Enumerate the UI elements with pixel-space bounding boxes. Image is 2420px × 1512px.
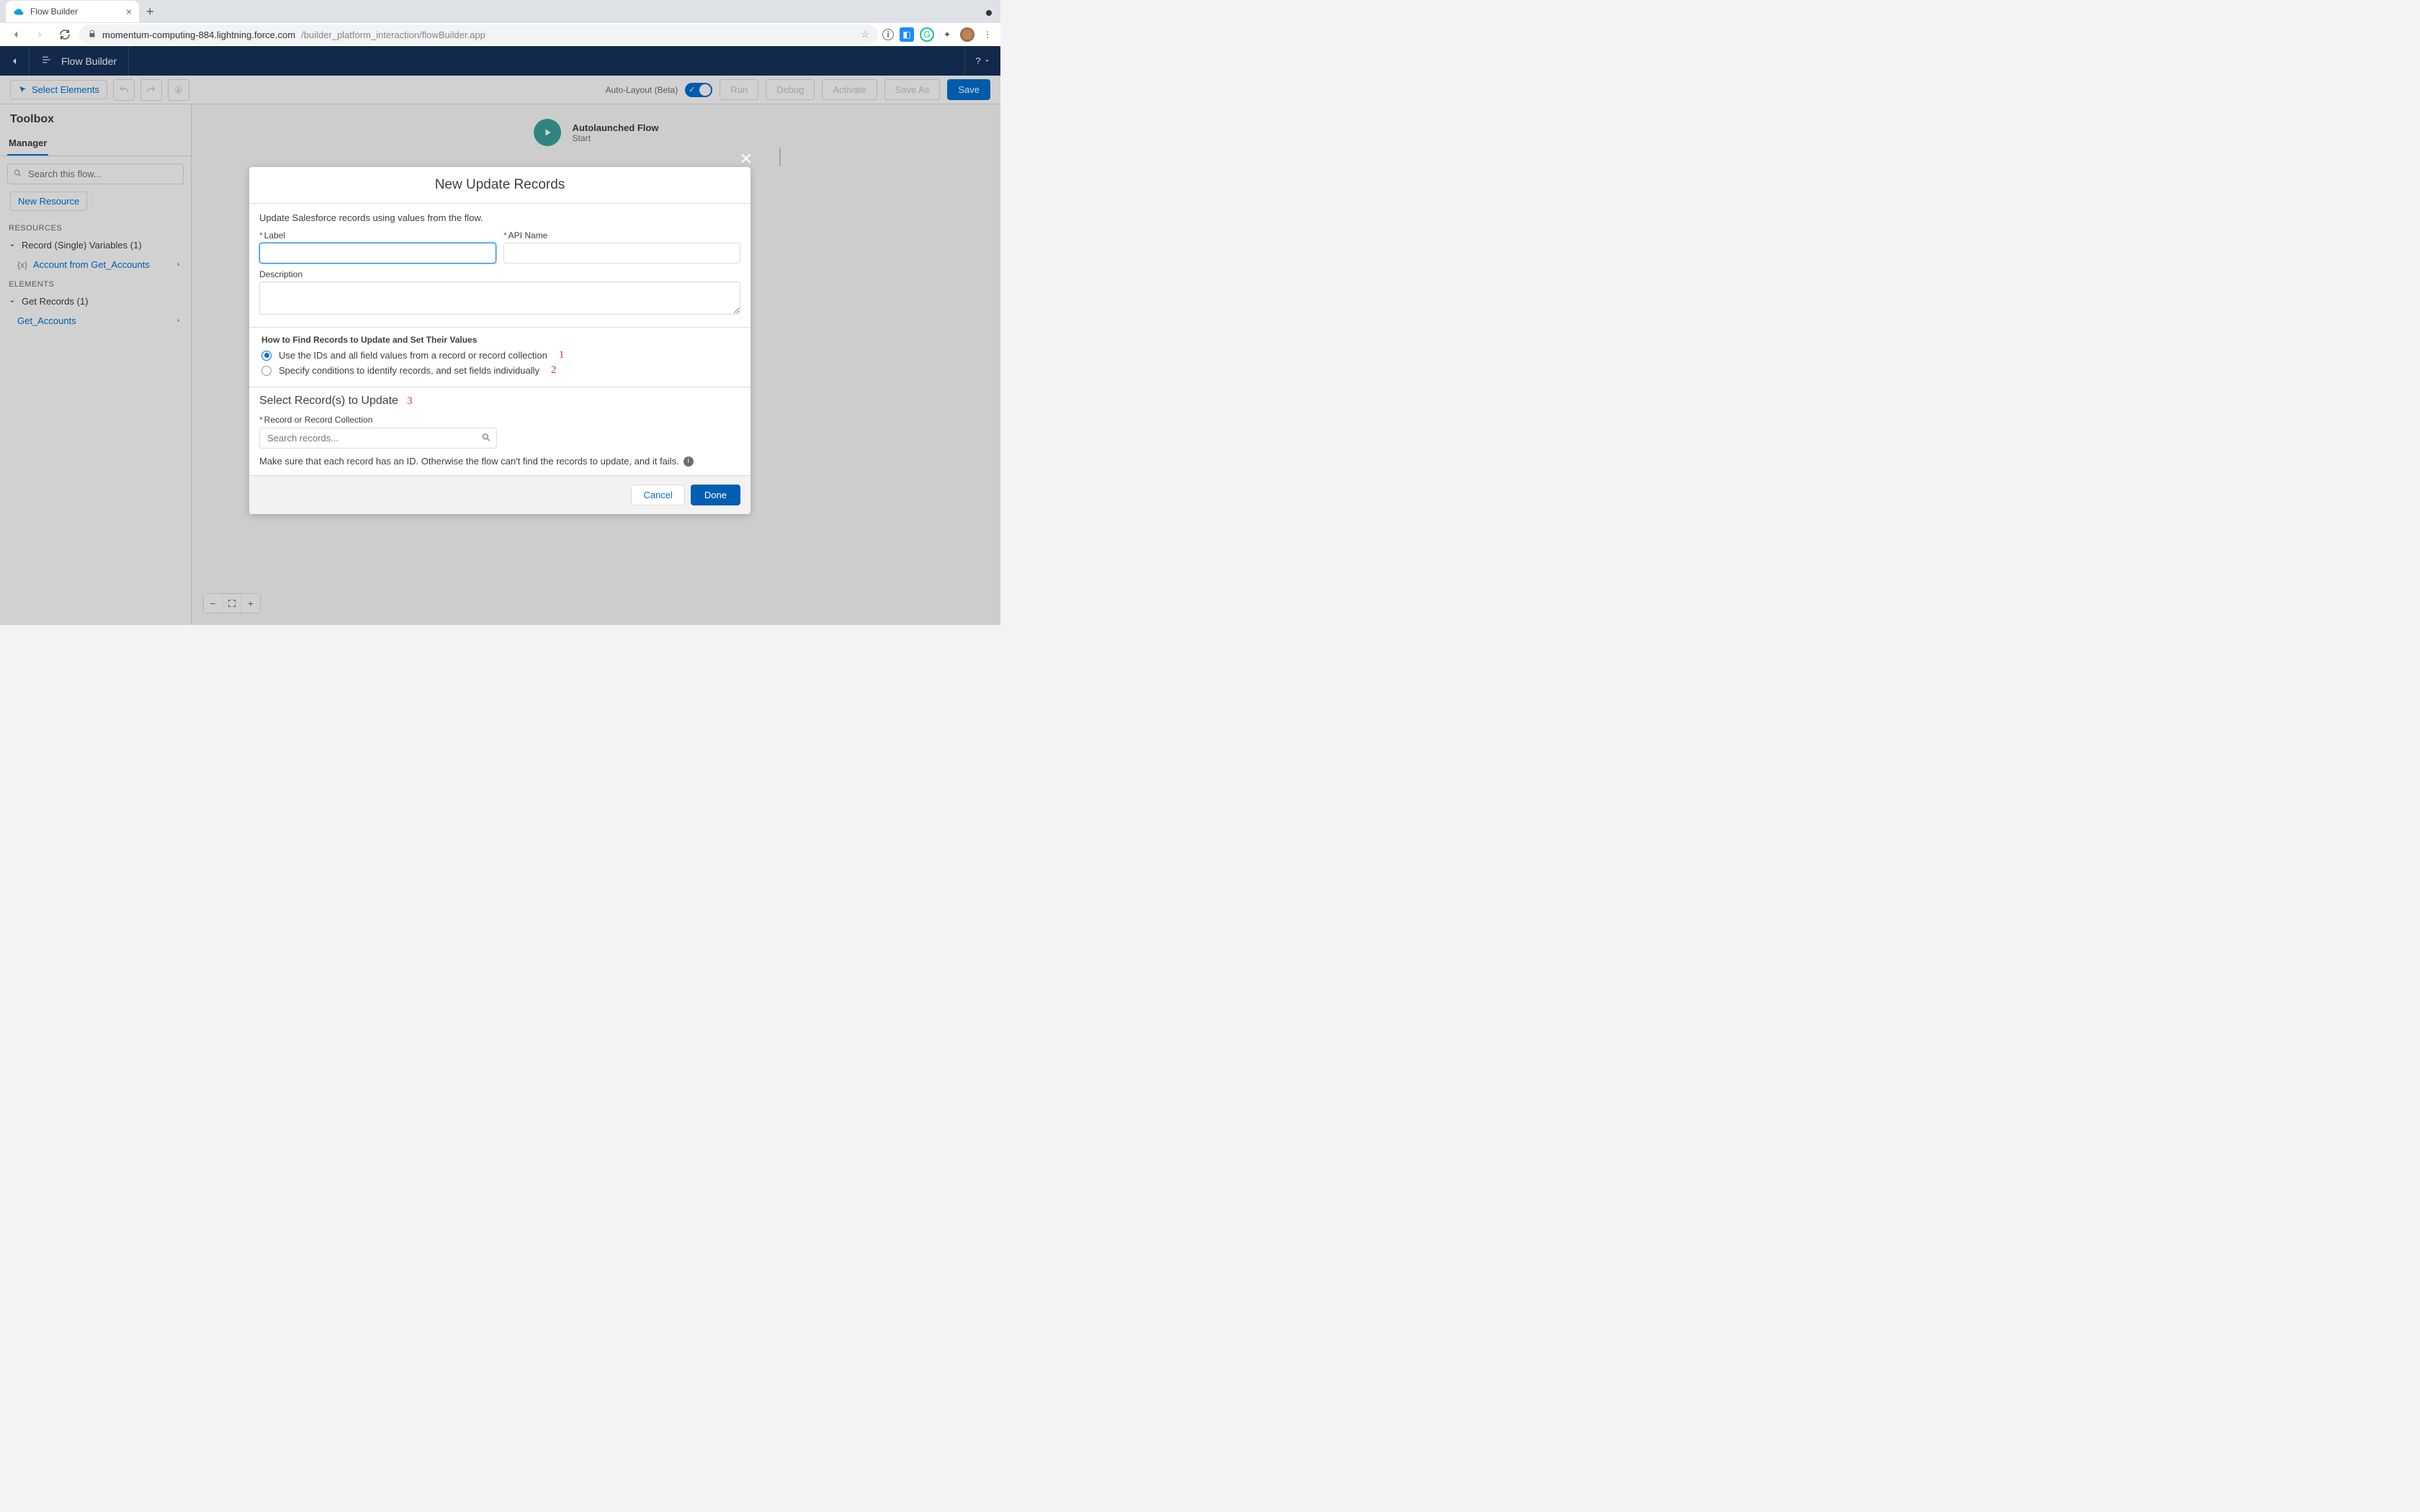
annotation-3: 3 [407,395,413,408]
incognito-indicator [986,10,992,16]
api-name-input[interactable] [503,243,740,264]
radio-specify-label: Specify conditions to identify records, … [279,365,539,376]
help-note: Make sure that each record has an ID. Ot… [259,456,740,467]
tab-bar: Flow Builder × + [0,0,1000,23]
browser-chrome: Flow Builder × + momentum-computing-884.… [0,0,1000,46]
forward-button[interactable] [30,24,50,45]
description-input[interactable] [259,282,740,315]
annotation-2: 2 [551,364,557,377]
extension-icon-1[interactable]: ◧ [900,27,914,42]
info-icon[interactable]: i [882,29,894,40]
api-name-field-label: *API Name [503,230,740,240]
done-button[interactable]: Done [691,485,740,505]
record-search-input[interactable] [259,428,497,449]
grammarly-icon[interactable]: G [920,27,934,42]
extension-icons: i ◧ G ✦ ⋮ [882,27,995,42]
modal-footer: Cancel Done [249,475,750,514]
annotation-1: 1 [559,349,565,361]
avatar[interactable] [960,27,974,42]
select-records-section-title: Select Record(s) to Update 3 [259,395,740,408]
radio-specify-conditions[interactable]: Specify conditions to identify records, … [259,364,740,377]
lock-icon [88,30,97,40]
url-field[interactable]: momentum-computing-884.lightning.force.c… [79,24,878,45]
search-icon [481,432,491,444]
tab-title: Flow Builder [30,6,78,17]
find-records-section-title: How to Find Records to Update and Set Th… [259,335,740,345]
chrome-menu-icon[interactable]: ⋮ [980,27,995,42]
cancel-button[interactable]: Cancel [631,485,684,505]
new-tab-button[interactable]: + [146,4,154,19]
url-path: /builder_platform_interaction/flowBuilde… [301,30,485,40]
reload-button[interactable] [55,24,75,45]
star-icon[interactable]: ☆ [861,29,869,40]
radio-use-ids-label: Use the IDs and all field values from a … [279,350,547,361]
info-icon[interactable]: i [684,456,694,467]
record-collection-label: *Record or Record Collection [259,415,740,425]
url-host: momentum-computing-884.lightning.force.c… [102,30,295,40]
modal-title: New Update Records [249,167,750,204]
back-button[interactable] [6,24,26,45]
browser-tab[interactable]: Flow Builder × [6,1,139,22]
close-icon[interactable]: ✕ [740,150,753,168]
cloud-icon [13,6,24,17]
address-bar: momentum-computing-884.lightning.force.c… [0,23,1000,46]
extensions-icon[interactable]: ✦ [940,27,954,42]
update-records-modal: ✕ New Update Records Update Salesforce r… [249,167,750,514]
radio-icon [261,366,272,376]
label-input[interactable] [259,243,496,264]
label-field-label: *Label [259,230,496,240]
description-field-label: Description [259,269,740,279]
radio-icon [261,351,272,361]
close-icon[interactable]: × [126,6,132,17]
modal-description: Update Salesforce records using values f… [259,212,740,223]
radio-use-ids[interactable]: Use the IDs and all field values from a … [259,349,740,361]
